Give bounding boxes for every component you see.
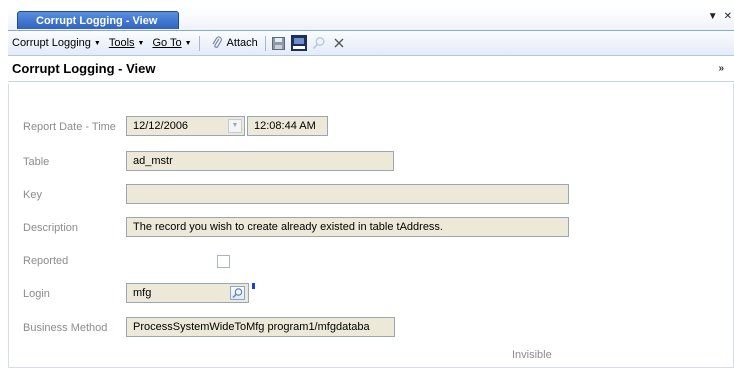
tab-corrupt-logging-view[interactable]: Corrupt Logging - View (17, 11, 179, 29)
status-text: Invisible (512, 349, 552, 361)
reported-checkbox[interactable] (217, 255, 230, 268)
description-label: Description (23, 222, 79, 234)
search-icon[interactable] (311, 35, 327, 51)
corrupt-logging-menu[interactable]: Corrupt Logging ▼ (8, 33, 105, 53)
required-marker (252, 283, 255, 289)
reported-label: Reported (23, 255, 69, 267)
collapse-icon[interactable]: » (718, 56, 724, 82)
page-title: Corrupt Logging - View (12, 61, 156, 76)
close-tab-icon[interactable]: ✕ (724, 11, 732, 22)
toolbar-separator (264, 35, 266, 51)
magnifier-icon (232, 288, 243, 298)
close-icon[interactable] (331, 35, 347, 51)
login-field[interactable]: mfg (126, 283, 249, 303)
toolbar-separator (198, 35, 200, 51)
save-icon[interactable] (271, 35, 287, 51)
report-date-time-label: Report Date - Time (23, 121, 116, 133)
tab-strip: Corrupt Logging - View ▼ ✕ (8, 8, 734, 31)
tools-menu[interactable]: Tools ▼ (105, 33, 149, 53)
calendar-dropdown-icon[interactable]: ▼ (228, 119, 242, 133)
chevron-down-icon: ▼ (137, 39, 145, 47)
business-method-label: Business Method (23, 322, 108, 334)
lookup-button[interactable] (230, 286, 245, 300)
qad-logo-icon[interactable] (290, 35, 307, 51)
report-date-field[interactable]: 12/12/2006 ▼ (126, 116, 245, 136)
business-method-field[interactable]: ProcessSystemWideToMfg program1/mfgdatab… (126, 317, 395, 337)
app-window: Corrupt Logging - View ▼ ✕ Corrupt Loggin… (8, 8, 734, 368)
report-time-field[interactable]: 12:08:44 AM (247, 116, 328, 136)
tab-list-dropdown-icon[interactable]: ▼ (708, 11, 718, 22)
table-field[interactable]: ad_mstr (126, 151, 394, 171)
description-field[interactable]: The record you wish to create already ex… (126, 217, 569, 237)
login-label: Login (23, 288, 50, 300)
form-header: Corrupt Logging - View » (8, 56, 734, 82)
key-field[interactable] (126, 184, 569, 204)
form-body: Report Date - Time 12/12/2006 ▼ 12:08:44… (8, 84, 734, 368)
chevron-down-icon: ▼ (184, 39, 192, 47)
paperclip-icon (209, 35, 225, 51)
table-label: Table (23, 156, 50, 168)
toolbar: Corrupt Logging ▼ Tools ▼ Go To ▼ Attach (8, 31, 734, 56)
chevron-down-icon: ▼ (93, 39, 101, 47)
goto-menu[interactable]: Go To ▼ (148, 33, 195, 53)
attach-button[interactable]: Attach (203, 33, 262, 53)
key-label: Key (23, 189, 42, 201)
